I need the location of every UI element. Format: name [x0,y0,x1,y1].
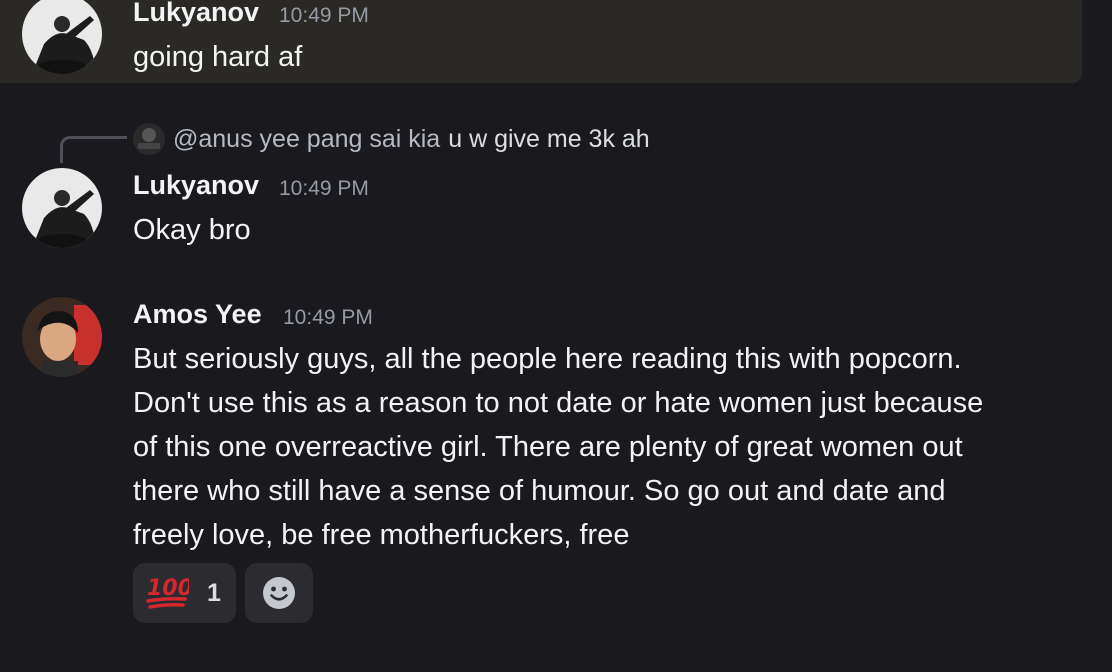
avatar-photo-icon [22,297,102,377]
reply-avatar [133,123,165,155]
message-line: Don't use this as a reason to not date o… [133,387,984,419]
message-author[interactable]: Amos Yee [133,299,262,330]
message-line: there who still have a sense of humour. … [133,475,946,507]
reply-connector [60,136,127,163]
reply-text: u w give me 3k ah [448,124,650,153]
avatar-portrait-icon [22,168,102,248]
message-timestamp: 10:49 PM [279,4,369,27]
message-content: But seriously guys, all the people here … [133,337,983,557]
reply-preview[interactable]: @anus yee pang sai kia u w give me 3k ah [133,122,650,156]
message-content: going hard af [133,41,303,73]
avatar-amos-yee[interactable] [22,297,102,377]
add-reaction-smiley-icon [263,577,295,609]
message-line: of this one overreactive girl. There are… [133,431,963,463]
message-line: But seriously guys, all the people here … [133,343,962,375]
message-content: Okay bro [133,214,251,246]
avatar-lukyanov[interactable] [22,168,102,248]
reaction-count: 1 [207,578,221,607]
chat-messages: Lukyanov 10:49 PM going hard af @anus ye… [0,0,1112,672]
reactions-bar: 100 1 [133,563,313,623]
reply-avatar-icon [133,123,165,155]
message-timestamp: 10:49 PM [279,177,369,200]
reply-mention[interactable]: @anus yee pang sai kia [173,125,440,154]
message-timestamp: 10:49 PM [283,306,373,329]
hundred-points-icon: 100 [146,576,189,609]
reaction-hundred-points[interactable]: 100 1 [133,563,236,623]
message-author[interactable]: Lukyanov [133,0,259,28]
message-author[interactable]: Lukyanov [133,170,259,201]
message-line: freely love, be free motherfuckers, free [133,519,630,551]
add-reaction-button[interactable] [245,563,313,623]
